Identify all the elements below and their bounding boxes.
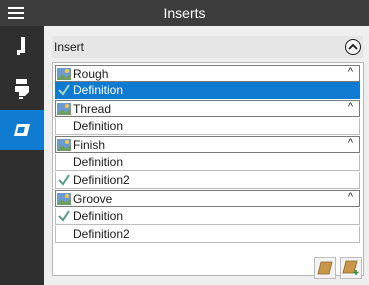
chevron-up-icon[interactable]: ^: [348, 137, 353, 149]
checkmark-icon: [58, 174, 70, 186]
add-insert-button[interactable]: [340, 257, 362, 279]
group-label: Finish: [73, 138, 106, 152]
group-header-finish[interactable]: Finish ^: [55, 136, 360, 153]
item-label: Definition: [73, 83, 124, 97]
group-thumbnail-icon: [57, 67, 71, 80]
item-label: Definition: [73, 209, 124, 223]
panel-title: Insert: [54, 40, 85, 54]
main-panel: Insert Rough ^ Definition Thread ^ Defin…: [44, 26, 369, 285]
item-label: Definition: [73, 119, 124, 133]
list-item[interactable]: Definition: [55, 154, 360, 171]
list-item[interactable]: Definition: [55, 82, 360, 99]
insert-shape-icon: [317, 261, 333, 275]
group-label: Groove: [73, 192, 113, 206]
insert-list: Rough ^ Definition Thread ^ Definition F…: [52, 62, 364, 276]
chevron-up-icon: [348, 43, 358, 50]
app-window: Inserts Insert Rough ^ Definition Thread…: [0, 0, 369, 285]
sidebar: [0, 26, 44, 285]
holder-icon: [15, 79, 29, 99]
list-item[interactable]: Definition2: [55, 172, 360, 189]
list-item[interactable]: Definition: [55, 208, 360, 225]
insert-icon: [14, 124, 30, 136]
item-label: Definition: [73, 155, 124, 169]
item-label: Definition2: [73, 227, 130, 241]
sidebar-item-tool[interactable]: [0, 26, 44, 66]
item-label: Definition2: [73, 173, 130, 187]
sidebar-item-holder[interactable]: [0, 69, 44, 109]
group-header-groove[interactable]: Groove ^: [55, 190, 360, 207]
chevron-up-icon[interactable]: ^: [348, 66, 353, 78]
tool-icon: [17, 37, 25, 55]
checkmark-icon: [58, 210, 70, 222]
group-thumbnail-icon: [57, 192, 71, 205]
group-label: Rough: [73, 67, 109, 81]
chevron-up-icon[interactable]: ^: [348, 101, 353, 113]
group-header-thread[interactable]: Thread ^: [55, 100, 360, 117]
insert-panel-header: Insert: [52, 36, 363, 58]
collapse-button[interactable]: [345, 39, 361, 55]
group-label: Thread: [73, 102, 112, 116]
sidebar-item-insert[interactable]: [0, 110, 44, 150]
window-title: Inserts: [163, 5, 206, 21]
chevron-up-icon[interactable]: ^: [348, 191, 353, 203]
group-thumbnail-icon: [57, 102, 71, 115]
group-thumbnail-icon: [57, 138, 71, 151]
title-bar: Inserts: [0, 0, 369, 26]
list-item[interactable]: Definition2: [55, 226, 360, 243]
list-item[interactable]: Definition: [55, 118, 360, 135]
import-insert-button[interactable]: [314, 257, 336, 279]
add-insert-icon: [342, 260, 359, 275]
group-header-rough[interactable]: Rough ^: [55, 65, 360, 82]
checkmark-icon: [58, 84, 70, 96]
